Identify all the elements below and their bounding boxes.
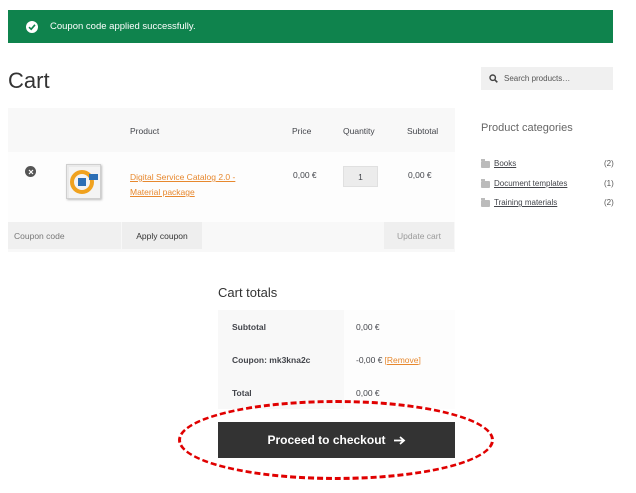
product-categories-list: Books (2) Document templates (1) Trainin… [481, 159, 621, 218]
apply-coupon-button[interactable]: Apply coupon [122, 222, 202, 249]
list-item: Document templates (1) [481, 178, 621, 199]
category-count: (2) [604, 159, 614, 168]
coupon-actions-row: Coupon code Apply coupon Update cart [8, 222, 455, 252]
category-count: (1) [604, 178, 614, 188]
check-icon [26, 20, 38, 33]
success-notice: Coupon code applied successfully. [8, 10, 613, 43]
header-product: Product [130, 126, 160, 136]
checkout-label: Proceed to checkout [267, 433, 386, 447]
search-placeholder: Search products… [504, 74, 571, 83]
search-input[interactable]: Search products… [481, 67, 613, 90]
cart-totals-title: Cart totals [218, 285, 278, 300]
remove-coupon-link[interactable]: [Remove] [384, 355, 420, 365]
category-link-document-templates[interactable]: Document templates [494, 179, 567, 188]
list-item: Training materials (2) [481, 198, 621, 218]
product-link[interactable]: Digital Service Catalog 2.0 - Material p… [130, 170, 260, 200]
folder-icon [481, 198, 490, 207]
cart-table-header: Product Price Quantity Subtotal [8, 108, 455, 152]
total-label: Total [218, 376, 344, 409]
header-subtotal: Subtotal [407, 126, 439, 136]
subtotal-value: 0,00 € [344, 310, 455, 343]
cart-table: Product Price Quantity Subtotal Digital … [8, 108, 455, 252]
header-price: Price [292, 126, 312, 136]
subtotal-label: Subtotal [218, 310, 344, 343]
list-item: Books (2) [481, 159, 621, 179]
proceed-to-checkout-button[interactable]: Proceed to checkout [218, 422, 455, 458]
category-link-books[interactable]: Books [494, 159, 516, 168]
update-cart-button[interactable]: Update cart [384, 222, 454, 249]
cart-totals-table: Subtotal 0,00 € Coupon: mk3kna2c -0,00 €… [218, 310, 455, 409]
coupon-value-cell: -0,00 € [Remove] [344, 343, 455, 376]
totals-row-subtotal: Subtotal 0,00 € [218, 310, 455, 343]
folder-icon [481, 159, 490, 168]
total-value: 0,00 € [344, 376, 455, 409]
item-subtotal: 0,00 € [408, 170, 432, 180]
quantity-input[interactable]: 1 [343, 166, 378, 187]
header-quantity: Quantity [343, 126, 375, 136]
product-thumbnail[interactable] [66, 164, 101, 199]
item-price: 0,00 € [293, 170, 317, 180]
table-row: Digital Service Catalog 2.0 - Material p… [8, 152, 455, 222]
totals-row-total: Total 0,00 € [218, 376, 455, 409]
coupon-label: Coupon: mk3kna2c [218, 343, 344, 376]
product-name-line1: Digital Service Catalog 2.0 - [130, 172, 236, 182]
product-categories-title: Product categories [481, 122, 573, 134]
notice-message: Coupon code applied successfully. [50, 21, 196, 32]
category-count: (2) [604, 198, 614, 207]
product-name-line2: Material package [130, 187, 195, 197]
category-link-training-materials[interactable]: Training materials [494, 198, 557, 207]
page-title: Cart [8, 68, 50, 93]
coupon-input[interactable]: Coupon code [8, 222, 121, 249]
folder-icon [481, 178, 490, 188]
totals-row-coupon: Coupon: mk3kna2c -0,00 € [Remove] [218, 343, 455, 376]
remove-item-icon[interactable] [25, 166, 36, 177]
arrow-right-icon [393, 435, 406, 445]
coupon-value: -0,00 € [356, 354, 383, 365]
search-icon [489, 74, 498, 83]
